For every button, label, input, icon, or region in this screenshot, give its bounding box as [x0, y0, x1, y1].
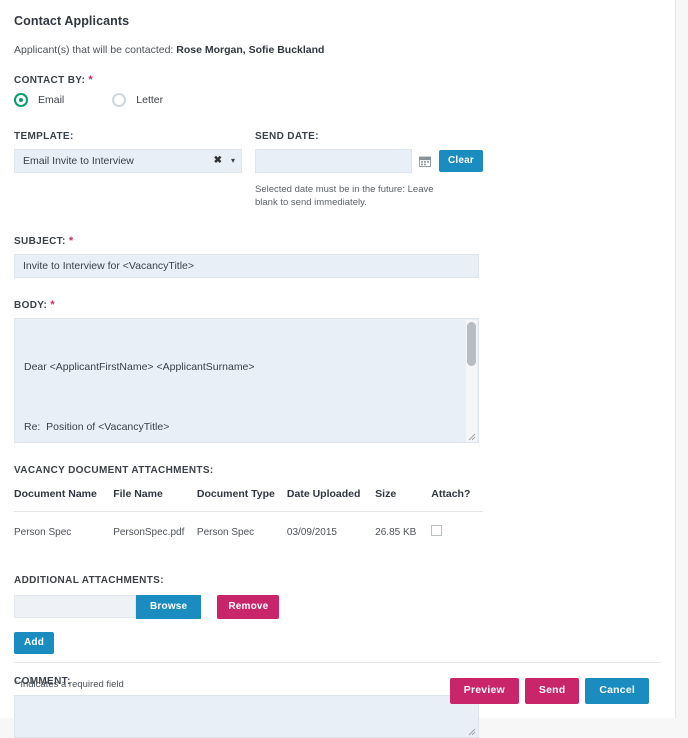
file-upload-row: Browse Remove: [14, 595, 661, 619]
page-title: Contact Applicants: [14, 14, 130, 28]
table-header-row: Document Name File Name Document Type Da…: [14, 485, 483, 512]
body-scrollbar-thumb[interactable]: [467, 322, 476, 366]
column-header-document-name: Document Name: [14, 485, 114, 512]
cell-attach: [431, 512, 483, 552]
additional-attachments-label: ADDITIONAL ATTACHMENTS:: [14, 575, 164, 586]
send-date-input[interactable]: [255, 149, 412, 173]
table-row: Person Spec PersonSpec.pdf Person Spec 0…: [14, 512, 483, 552]
contact-by-label: CONTACT BY: *: [14, 74, 661, 87]
radio-letter-label: Letter: [136, 94, 164, 106]
cancel-button[interactable]: Cancel: [585, 678, 649, 704]
subject-group: SUBJECT: *: [14, 236, 661, 278]
applicants-summary: Applicant(s) that will be contacted: Ros…: [14, 44, 661, 56]
radio-email-icon[interactable]: [14, 93, 28, 107]
column-header-file-name: File Name: [113, 485, 197, 512]
applicants-names: Rose Morgan, Sofie Buckland: [176, 44, 325, 56]
body-group: BODY: * Dear <ApplicantFirstName> <Appli…: [14, 300, 661, 443]
required-marker: *: [68, 235, 74, 247]
radio-email-label: Email: [38, 94, 65, 106]
template-group: TEMPLATE: ✖ ▾: [14, 131, 242, 209]
file-path-field[interactable]: [14, 595, 136, 618]
radio-option-letter[interactable]: Letter: [112, 93, 163, 107]
clear-template-icon[interactable]: ✖: [214, 154, 222, 167]
preview-button[interactable]: Preview: [449, 678, 519, 704]
body-label: BODY: *: [14, 299, 661, 312]
required-marker: *: [50, 299, 56, 311]
body-paragraph: Dear <ApplicantFirstName> <ApplicantSurn…: [24, 361, 255, 373]
column-header-size: Size: [375, 485, 432, 512]
required-field-note: * Indicates a required field: [14, 679, 124, 690]
vacancy-documents-group: VACANCY DOCUMENT ATTACHMENTS: Document N…: [14, 465, 661, 551]
body-scrollbar[interactable]: [466, 320, 477, 442]
body-textarea[interactable]: Dear <ApplicantFirstName> <ApplicantSurn…: [14, 318, 479, 443]
required-marker: *: [88, 74, 94, 86]
attach-checkbox[interactable]: [431, 525, 443, 536]
body-resize-handle[interactable]: [468, 433, 476, 441]
body-label-text: BODY:: [14, 300, 48, 311]
footer-actions: Preview Send Cancel: [449, 678, 649, 704]
radio-letter-icon[interactable]: [112, 93, 127, 107]
template-select-wrap[interactable]: ✖ ▾: [14, 149, 242, 173]
applicants-prefix: Applicant(s) that will be contacted:: [14, 44, 174, 56]
additional-attachments-group: ADDITIONAL ATTACHMENTS: Browse Remove Ad…: [14, 575, 661, 654]
comment-resize-handle[interactable]: [468, 728, 476, 736]
add-button[interactable]: Add: [14, 632, 55, 654]
vacancy-documents-label: VACANCY DOCUMENT ATTACHMENTS:: [14, 465, 214, 476]
subject-label: SUBJECT: *: [14, 235, 661, 248]
template-senddate-row: TEMPLATE: ✖ ▾ SEND DATE:: [14, 131, 661, 209]
subject-input[interactable]: [14, 254, 479, 278]
cell-document-type: Person Spec: [196, 526, 255, 538]
cell-file-name: PersonSpec.pdf: [113, 526, 185, 538]
contact-by-radio-group: Email Letter: [14, 93, 661, 107]
cell-document-name: Person Spec: [14, 526, 72, 538]
radio-option-email[interactable]: Email: [14, 93, 64, 107]
subject-label-text: SUBJECT:: [14, 236, 66, 247]
column-header-date-uploaded: Date Uploaded: [286, 485, 376, 512]
send-date-hint: Selected date must be in the future: Lea…: [255, 184, 434, 208]
column-header-attach: Attach?: [431, 485, 483, 512]
column-header-document-type: Document Type: [196, 485, 287, 512]
template-select[interactable]: [14, 149, 242, 173]
browse-button[interactable]: Browse: [136, 595, 202, 619]
body-paragraph: Re: Position of <VacancyTitle>: [24, 421, 170, 433]
footer-divider: [14, 662, 661, 663]
comment-textarea[interactable]: [14, 695, 479, 738]
cell-date-uploaded: 03/09/2015: [286, 526, 337, 538]
calendar-icon[interactable]: [417, 149, 434, 173]
send-date-group: SEND DATE: Clear Selected date must be i…: [255, 131, 483, 209]
contact-applicants-card: Contact Applicants Applicant(s) that wil…: [0, 0, 676, 738]
vacancy-documents-table: Document Name File Name Document Type Da…: [14, 485, 483, 551]
template-label: TEMPLATE:: [14, 131, 74, 142]
remove-button[interactable]: Remove: [217, 595, 280, 619]
chevron-down-icon[interactable]: ▾: [231, 155, 235, 167]
send-button[interactable]: Send: [524, 678, 580, 704]
body-textarea-content: Dear <ApplicantFirstName> <ApplicantSurn…: [15, 319, 478, 442]
cell-size: 26.85 KB: [375, 526, 417, 538]
send-date-row: Clear: [255, 149, 483, 173]
send-date-label: SEND DATE:: [255, 131, 319, 142]
clear-date-button[interactable]: Clear: [438, 150, 483, 172]
contact-by-label-text: CONTACT BY:: [14, 75, 86, 86]
